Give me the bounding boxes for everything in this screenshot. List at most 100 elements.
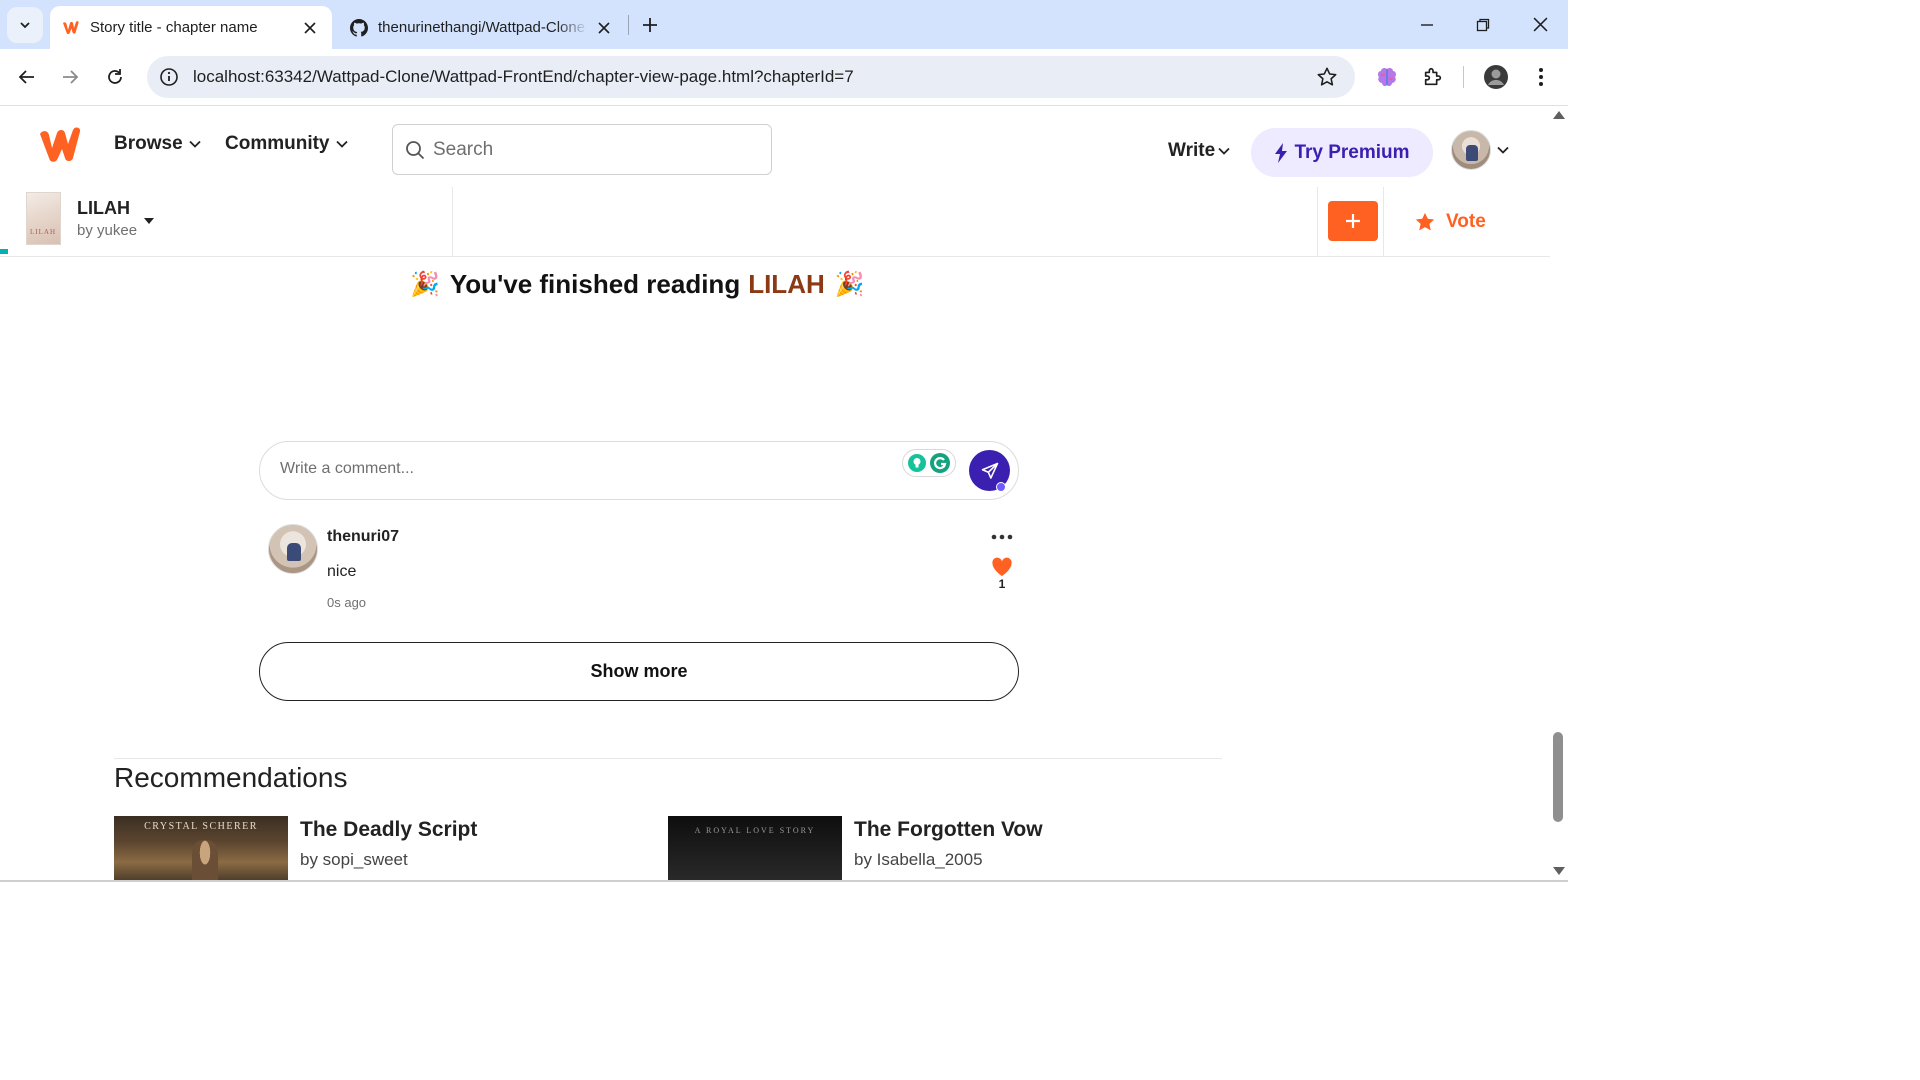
url-text: localhost:63342/Wattpad-Clone/Wattpad-Fr…	[193, 67, 854, 86]
community-label: Community	[225, 133, 330, 154]
forward-button[interactable]	[52, 59, 88, 95]
close-tab-icon[interactable]	[594, 18, 614, 38]
recommendation-card[interactable]: CRYSTAL SCHERER The Deadly Script by sop…	[114, 816, 654, 882]
browser-toolbar: localhost:63342/Wattpad-Clone/Wattpad-Fr…	[0, 49, 1568, 106]
toolbar-separator	[1463, 66, 1464, 88]
search-input[interactable]	[433, 138, 753, 161]
browser-tab-inactive[interactable]: thenurinethangi/Wattpad-Clone	[342, 6, 622, 49]
scrollbar-thumb[interactable]	[1553, 732, 1563, 822]
browser-menu-icon[interactable]	[1526, 62, 1556, 92]
wattpad-logo[interactable]	[38, 127, 86, 163]
vote-button[interactable]: Vote	[1414, 211, 1486, 233]
profile-avatar-icon[interactable]	[1481, 62, 1511, 92]
heart-icon	[992, 557, 1012, 577]
story-cover[interactable]: LILAH	[26, 192, 61, 245]
brain-extension-icon[interactable]	[1372, 62, 1402, 92]
close-icon	[1533, 17, 1547, 32]
chevron-down-icon	[1497, 146, 1509, 154]
extensions-puzzle-icon[interactable]	[1418, 62, 1448, 92]
minimize-button[interactable]	[1399, 0, 1455, 49]
recommendation-cover[interactable]: A ROYAL LOVE STORY	[668, 816, 842, 882]
chevron-down-icon	[189, 140, 201, 148]
restore-button[interactable]	[1455, 0, 1511, 49]
comment-like-button[interactable]: 1	[990, 557, 1014, 591]
user-menu[interactable]	[1451, 130, 1509, 170]
status-dot	[996, 482, 1006, 492]
party-popper-icon: 🎉	[410, 271, 440, 298]
arrow-left-icon	[18, 70, 34, 84]
finished-text: You've finished reading	[449, 269, 741, 299]
party-popper-icon: 🎉	[834, 271, 865, 298]
recommendation-card[interactable]: A ROYAL LOVE STORY The Forgotten Vow by …	[668, 816, 1208, 882]
scroll-down-arrow-icon[interactable]	[1553, 867, 1565, 875]
avatar	[1451, 130, 1491, 170]
search-icon	[406, 140, 425, 159]
divider	[114, 758, 1222, 759]
minimize-icon	[1421, 23, 1433, 26]
site-header: Browse Community Write Try Premium	[0, 107, 1550, 187]
community-menu[interactable]: Community	[225, 133, 348, 155]
grammarly-icon	[930, 453, 950, 473]
comment-timestamp: 0s ago	[327, 595, 367, 610]
comment-username[interactable]: thenuri07	[327, 528, 399, 546]
browse-menu[interactable]: Browse	[114, 133, 201, 155]
cover-text: CRYSTAL SCHERER	[144, 821, 258, 832]
close-tab-icon[interactable]	[300, 18, 320, 38]
show-more-button[interactable]: Show more	[259, 642, 1019, 701]
scroll-up-arrow-icon[interactable]	[1553, 111, 1565, 119]
github-icon	[350, 18, 368, 37]
close-window-button[interactable]	[1512, 0, 1568, 49]
write-label: Write	[1168, 140, 1216, 161]
story-author[interactable]: by yukee	[77, 222, 137, 239]
divider	[1383, 187, 1384, 257]
wattpad-w-icon	[62, 19, 80, 37]
divider	[1317, 187, 1318, 257]
back-button[interactable]	[9, 59, 45, 95]
caret-down-icon[interactable]	[143, 212, 155, 224]
tab-title: thenurinethangi/Wattpad-Clone	[378, 19, 586, 36]
recommendation-title[interactable]: The Deadly Script	[300, 818, 477, 842]
like-count: 1	[998, 577, 1006, 591]
tab-title: Story title - chapter name	[90, 19, 258, 36]
reload-icon	[108, 69, 122, 84]
browser-tab-active[interactable]: Story title - chapter name	[50, 6, 332, 49]
plus-icon	[1346, 214, 1360, 228]
star-icon	[1414, 211, 1436, 233]
send-icon	[981, 462, 998, 479]
search-box[interactable]	[392, 124, 772, 175]
reading-progress-bar	[0, 249, 8, 254]
comment-input[interactable]	[280, 460, 880, 478]
comment-text: nice	[327, 563, 357, 580]
plus-icon	[643, 18, 657, 32]
tab-separator	[628, 15, 629, 35]
more-options-icon[interactable]	[988, 530, 1016, 544]
recommendation-author[interactable]: by sopi_sweet	[300, 850, 408, 870]
browse-label: Browse	[114, 133, 183, 154]
divider	[452, 187, 453, 257]
site-info-icon[interactable]	[151, 59, 187, 95]
new-tab-button[interactable]	[637, 12, 663, 38]
finished-story-title: LILAH	[748, 269, 825, 299]
chevron-down-icon	[20, 22, 30, 29]
address-bar[interactable]: localhost:63342/Wattpad-Clone/Wattpad-Fr…	[147, 56, 1355, 98]
try-premium-button[interactable]: Try Premium	[1251, 128, 1433, 177]
recommendation-title[interactable]: The Forgotten Vow	[854, 818, 1043, 842]
bookmark-star-icon[interactable]	[1315, 65, 1339, 89]
story-cover-text: LILAH	[30, 228, 56, 236]
restore-icon	[1476, 18, 1490, 31]
write-menu[interactable]: Write	[1168, 140, 1230, 162]
recommendation-author[interactable]: by Isabella_2005	[854, 850, 983, 870]
story-title[interactable]: LILAH	[77, 198, 130, 219]
tab-search-button[interactable]	[7, 7, 43, 43]
lightbulb-icon	[908, 454, 926, 472]
chevron-down-icon	[335, 140, 348, 148]
browser-tab-bar: Story title - chapter name thenurinethan…	[0, 0, 1568, 49]
recommendation-cover[interactable]: CRYSTAL SCHERER	[114, 816, 288, 882]
grammarly-widget[interactable]	[902, 449, 956, 477]
add-to-list-button[interactable]	[1328, 201, 1378, 241]
premium-label: Try Premium	[1294, 141, 1410, 163]
vote-label: Vote	[1446, 211, 1486, 232]
reload-button[interactable]	[97, 59, 133, 95]
window-bottom-edge	[0, 880, 1568, 882]
commenter-avatar[interactable]	[268, 524, 318, 574]
